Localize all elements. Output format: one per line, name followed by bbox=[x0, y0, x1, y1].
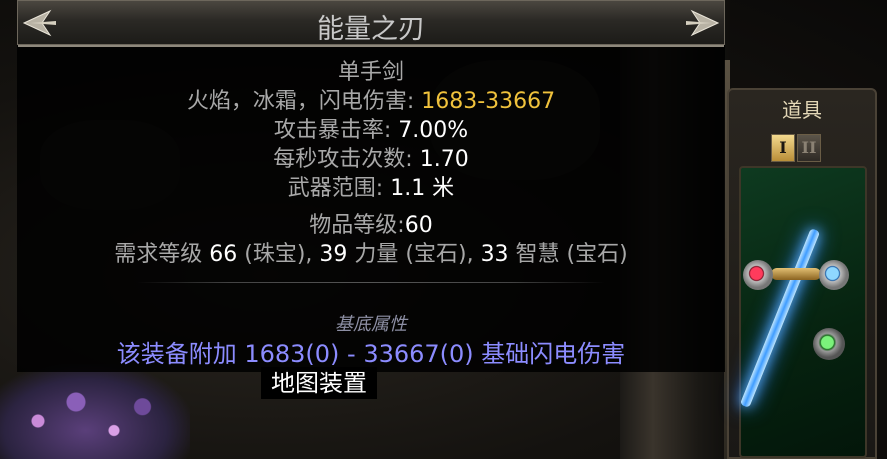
inventory-panel: 道具 I II bbox=[727, 88, 877, 459]
req-level-src: (珠宝), bbox=[237, 242, 320, 267]
req-str: 39 bbox=[319, 242, 348, 267]
tooltip-separator bbox=[137, 282, 605, 283]
req-int: 33 bbox=[480, 242, 509, 267]
red-gem-icon[interactable] bbox=[743, 260, 773, 290]
req-str-label: 力量 (宝石), bbox=[347, 242, 481, 267]
range-row: 武器范围: 1.1 米 bbox=[17, 174, 725, 203]
weapon-slot[interactable] bbox=[739, 166, 867, 458]
tab-1[interactable]: I bbox=[771, 134, 795, 162]
inventory-title: 道具 bbox=[782, 98, 822, 122]
enchant-line: 该装备附加 1683(0) - 33667(0) 基础闪电伤害 bbox=[116, 340, 626, 368]
crit-row: 攻击暴击率: 7.00% bbox=[17, 116, 725, 145]
socket-link bbox=[771, 268, 821, 280]
item-level-row: 物品等级:60 bbox=[17, 211, 725, 240]
item-class: 单手剑 bbox=[337, 60, 404, 85]
inventory-tabs: I II bbox=[771, 134, 821, 162]
req-level: 66 bbox=[209, 242, 238, 267]
item-level-label: 物品等级: bbox=[309, 213, 405, 238]
range-label: 武器范围: bbox=[287, 176, 391, 201]
item-name: 能量之刃 bbox=[317, 14, 425, 45]
crit-label: 攻击暴击率: bbox=[273, 118, 399, 143]
aps-label: 每秒攻击次数: bbox=[273, 147, 420, 172]
lightning-sword-icon[interactable] bbox=[739, 228, 821, 408]
crit-value: 7.00% bbox=[398, 118, 469, 143]
base-section-label: 基底属性 bbox=[335, 314, 407, 335]
requirements-row: 需求等级 66 (珠宝), 39 力量 (宝石), 33 智慧 (宝石) bbox=[17, 240, 725, 269]
ornament-right-icon bbox=[686, 9, 720, 37]
tooltip-header: 能量之刃 bbox=[17, 0, 725, 47]
blue-gem-icon[interactable] bbox=[819, 260, 849, 290]
header-divider bbox=[18, 45, 724, 47]
req-prefix: 需求等级 bbox=[114, 242, 210, 267]
item-level-value: 60 bbox=[404, 213, 433, 238]
green-gem-icon[interactable] bbox=[813, 328, 845, 360]
crystal-formation bbox=[0, 364, 190, 459]
aps-row: 每秒攻击次数: 1.70 bbox=[17, 145, 725, 174]
damage-label: 火焰，冰霜，闪电伤害: bbox=[186, 89, 422, 114]
tooltip-body: 单手剑 火焰，冰霜，闪电伤害: 1683-33667 攻击暴击率: 7.00% … bbox=[17, 58, 725, 269]
tab-2[interactable]: II bbox=[797, 134, 821, 162]
item-tooltip: 能量之刃 单手剑 火焰，冰霜，闪电伤害: 1683-33667 攻击暴击率: 7… bbox=[17, 0, 725, 372]
range-value: 1.1 米 bbox=[390, 176, 455, 201]
damage-row: 火焰，冰霜，闪电伤害: 1683-33667 bbox=[17, 87, 725, 116]
aps-value: 1.70 bbox=[419, 147, 469, 172]
req-int-label: 智慧 (宝石) bbox=[508, 242, 628, 267]
damage-value: 1683-33667 bbox=[421, 89, 556, 114]
